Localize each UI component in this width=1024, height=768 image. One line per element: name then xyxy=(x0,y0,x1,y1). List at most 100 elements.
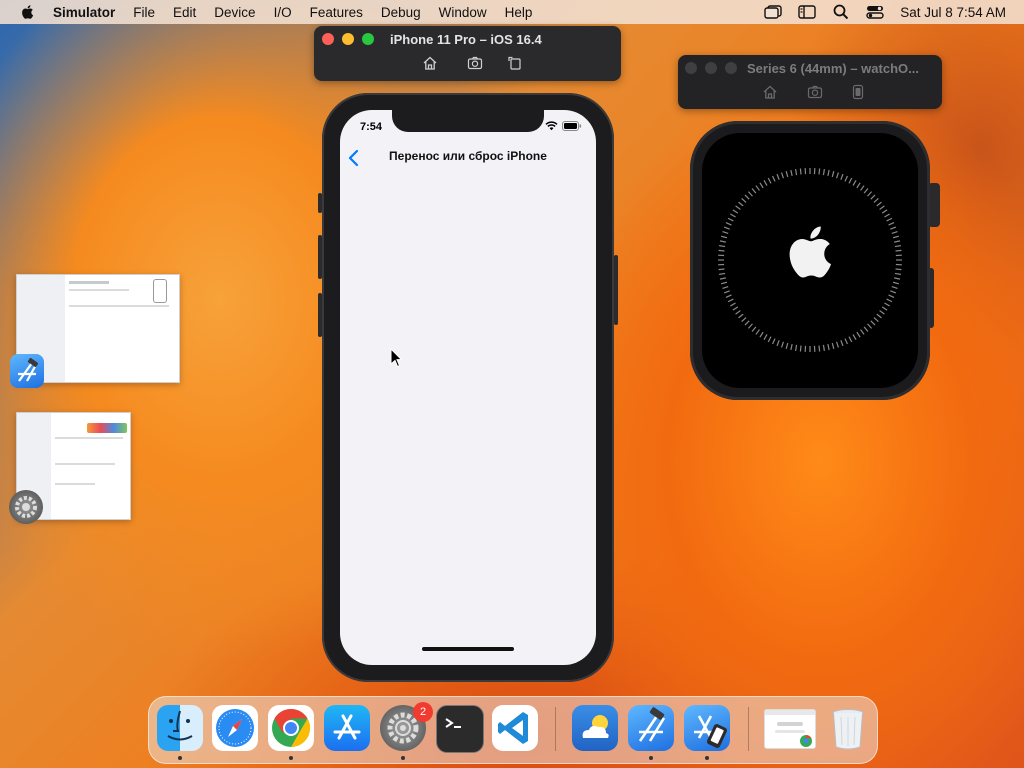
home-indicator[interactable] xyxy=(422,647,514,651)
progress-tick xyxy=(863,326,869,332)
settings-icon[interactable] xyxy=(9,490,43,524)
progress-tick xyxy=(730,213,736,218)
progress-tick xyxy=(741,197,747,203)
progress-tick xyxy=(881,209,888,214)
progress-tick xyxy=(725,222,732,226)
thumbnail-line xyxy=(69,281,109,284)
rotate-icon[interactable] xyxy=(507,55,523,71)
chrome-icon[interactable] xyxy=(268,705,314,751)
side-button[interactable] xyxy=(614,255,618,325)
progress-tick xyxy=(719,272,726,275)
menu-file[interactable]: File xyxy=(133,5,155,20)
apple-watch-device xyxy=(690,121,930,400)
menu-app-name[interactable]: Simulator xyxy=(53,5,115,20)
progress-tick xyxy=(776,340,780,347)
xcode-icon[interactable] xyxy=(628,705,674,751)
progress-tick xyxy=(790,169,793,177)
thumbnail-line xyxy=(55,437,123,439)
menu-clock[interactable]: Sat Jul 8 7:54 AM xyxy=(900,5,1006,20)
spotlight-search-icon[interactable] xyxy=(832,4,850,20)
progress-tick xyxy=(747,191,753,197)
progress-tick xyxy=(891,230,898,234)
progress-tick xyxy=(848,336,853,343)
minimize-button[interactable] xyxy=(705,62,717,74)
progress-tick xyxy=(822,169,825,176)
finder-icon[interactable] xyxy=(157,705,203,751)
menu-device[interactable]: Device xyxy=(214,5,255,20)
home-icon[interactable] xyxy=(422,55,438,71)
progress-tick xyxy=(732,306,739,311)
screenshot-icon[interactable] xyxy=(467,55,483,71)
volume-up-button[interactable] xyxy=(318,235,322,279)
progress-tick xyxy=(738,313,744,319)
window-title: Series 6 (44mm) – watchO... xyxy=(747,61,919,76)
progress-tick xyxy=(884,302,890,307)
xcode-icon[interactable] xyxy=(10,354,44,388)
zoom-button[interactable] xyxy=(725,62,737,74)
thumbnail-line xyxy=(69,305,169,307)
progress-tick xyxy=(831,342,835,350)
volume-down-button[interactable] xyxy=(318,293,322,337)
iphone-simulator-titlebar[interactable]: iPhone 11 Pro – iOS 16.4 xyxy=(314,26,621,81)
control-center-icon[interactable] xyxy=(866,5,884,19)
iphone-screen[interactable]: 7:54 Перенос или сброс iPhone xyxy=(340,110,596,665)
terminal-icon[interactable] xyxy=(436,705,484,753)
progress-tick xyxy=(879,310,885,315)
weather-icon[interactable] xyxy=(572,705,618,751)
chrome-window-icon[interactable] xyxy=(764,709,816,749)
progress-tick xyxy=(863,188,869,194)
progress-tick xyxy=(719,245,726,248)
menu-io[interactable]: I/O xyxy=(274,5,292,20)
minimize-button[interactable] xyxy=(342,33,354,45)
menu-debug[interactable]: Debug xyxy=(381,5,421,20)
menu-window[interactable]: Window xyxy=(439,5,487,20)
vscode-icon[interactable] xyxy=(492,705,538,751)
progress-tick xyxy=(795,344,798,351)
thumbnail-device-outline xyxy=(153,279,167,303)
progress-tick xyxy=(719,240,727,243)
progress-tick xyxy=(727,298,734,303)
home-icon[interactable] xyxy=(762,84,778,100)
menu-features[interactable]: Features xyxy=(310,5,363,20)
progress-tick xyxy=(720,281,728,285)
progress-tick xyxy=(895,249,902,252)
progress-tick xyxy=(735,205,741,210)
app-store-icon[interactable] xyxy=(324,705,370,751)
side-button-icon[interactable] xyxy=(850,84,866,100)
progress-tick xyxy=(763,180,768,186)
running-indicator xyxy=(289,756,293,760)
progress-tick xyxy=(860,185,865,191)
zoom-button[interactable] xyxy=(362,33,374,45)
safari-icon[interactable] xyxy=(212,705,258,751)
mouse-cursor xyxy=(390,348,402,368)
watch-simulator-titlebar[interactable]: Series 6 (44mm) – watchO... xyxy=(678,55,942,109)
menu-help[interactable]: Help xyxy=(505,5,533,20)
status-icons xyxy=(545,121,582,131)
progress-tick xyxy=(870,194,876,200)
silent-switch[interactable] xyxy=(318,193,322,213)
progress-tick xyxy=(799,168,802,175)
sidebar-display-icon[interactable] xyxy=(798,5,816,19)
progress-tick xyxy=(827,169,830,177)
menu-edit[interactable]: Edit xyxy=(173,5,196,20)
progress-tick xyxy=(891,286,898,290)
watch-screen[interactable] xyxy=(702,133,918,388)
screenshot-icon[interactable] xyxy=(807,84,823,100)
progress-tick xyxy=(840,173,844,180)
close-button[interactable] xyxy=(685,62,697,74)
menu-bar: Simulator File Edit Device I/O Features … xyxy=(0,0,1024,24)
trash-icon[interactable] xyxy=(825,705,871,751)
progress-tick xyxy=(799,345,802,352)
close-button[interactable] xyxy=(322,33,334,45)
apple-menu-icon[interactable] xyxy=(19,4,35,20)
progress-tick xyxy=(892,235,900,239)
progress-tick xyxy=(755,185,760,191)
progress-tick xyxy=(867,191,873,197)
thumbnail-wallpapers xyxy=(87,423,127,433)
progress-tick xyxy=(795,169,798,176)
progress-tick xyxy=(870,320,876,326)
simulator-icon[interactable] xyxy=(684,705,730,751)
progress-tick xyxy=(772,175,776,182)
iphone-device: 7:54 Перенос или сброс iPhone xyxy=(318,93,618,682)
stage-manager-icon[interactable] xyxy=(764,5,782,19)
